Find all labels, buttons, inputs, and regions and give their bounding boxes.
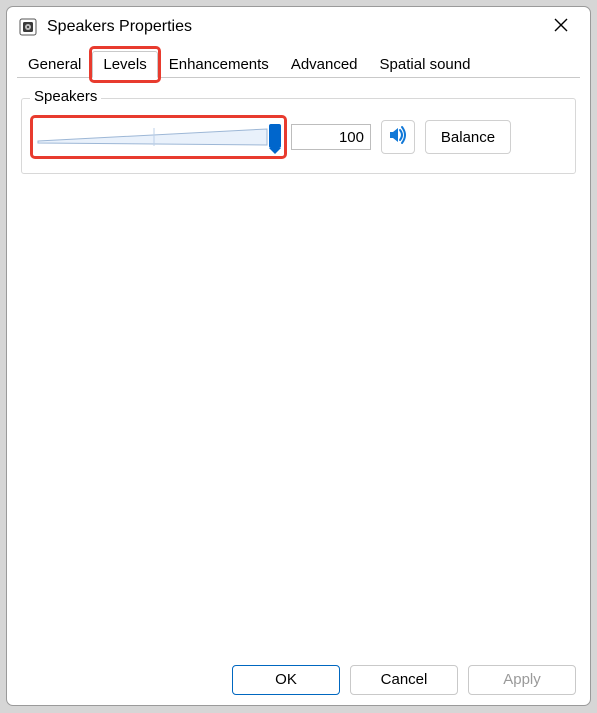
tab-strip: General Levels Enhancements Advanced Spa… xyxy=(7,47,590,78)
tab-enhancements[interactable]: Enhancements xyxy=(158,51,280,78)
group-label: Speakers xyxy=(30,88,101,105)
dialog-footer: OK Cancel Apply xyxy=(7,653,590,705)
ok-button[interactable]: OK xyxy=(232,665,340,695)
tab-label: Levels xyxy=(103,56,146,73)
tab-panel-levels: Speakers 100 xyxy=(17,77,580,653)
slider-thumb[interactable] xyxy=(269,124,281,148)
tab-label: Advanced xyxy=(291,56,358,73)
properties-dialog: Speakers Properties General Levels Enhan… xyxy=(6,6,591,706)
speakers-level-row: 100 Balance xyxy=(36,119,561,155)
tab-levels[interactable]: Levels xyxy=(92,51,157,78)
tab-label: General xyxy=(28,56,81,73)
title-bar: Speakers Properties xyxy=(7,7,590,47)
volume-slider[interactable] xyxy=(36,119,281,155)
window-title: Speakers Properties xyxy=(47,18,538,36)
slider-track xyxy=(36,127,281,147)
tab-advanced[interactable]: Advanced xyxy=(280,51,369,78)
apply-button: Apply xyxy=(468,665,576,695)
tab-label: Enhancements xyxy=(169,56,269,73)
app-icon xyxy=(19,18,37,36)
balance-button[interactable]: Balance xyxy=(425,120,511,154)
speakers-group: Speakers 100 xyxy=(21,98,576,174)
tab-label: Spatial sound xyxy=(380,56,471,73)
speaker-unmuted-icon xyxy=(387,124,409,150)
tab-spatial-sound[interactable]: Spatial sound xyxy=(369,51,482,78)
balance-label: Balance xyxy=(441,129,495,146)
close-button[interactable] xyxy=(538,11,584,43)
mute-button[interactable] xyxy=(381,120,415,154)
volume-value: 100 xyxy=(291,124,371,150)
cancel-button[interactable]: Cancel xyxy=(350,665,458,695)
volume-value-text: 100 xyxy=(339,129,364,146)
tab-general[interactable]: General xyxy=(17,51,92,78)
close-icon xyxy=(554,18,568,36)
button-label: Apply xyxy=(503,671,541,688)
button-label: Cancel xyxy=(381,671,428,688)
button-label: OK xyxy=(275,671,297,688)
